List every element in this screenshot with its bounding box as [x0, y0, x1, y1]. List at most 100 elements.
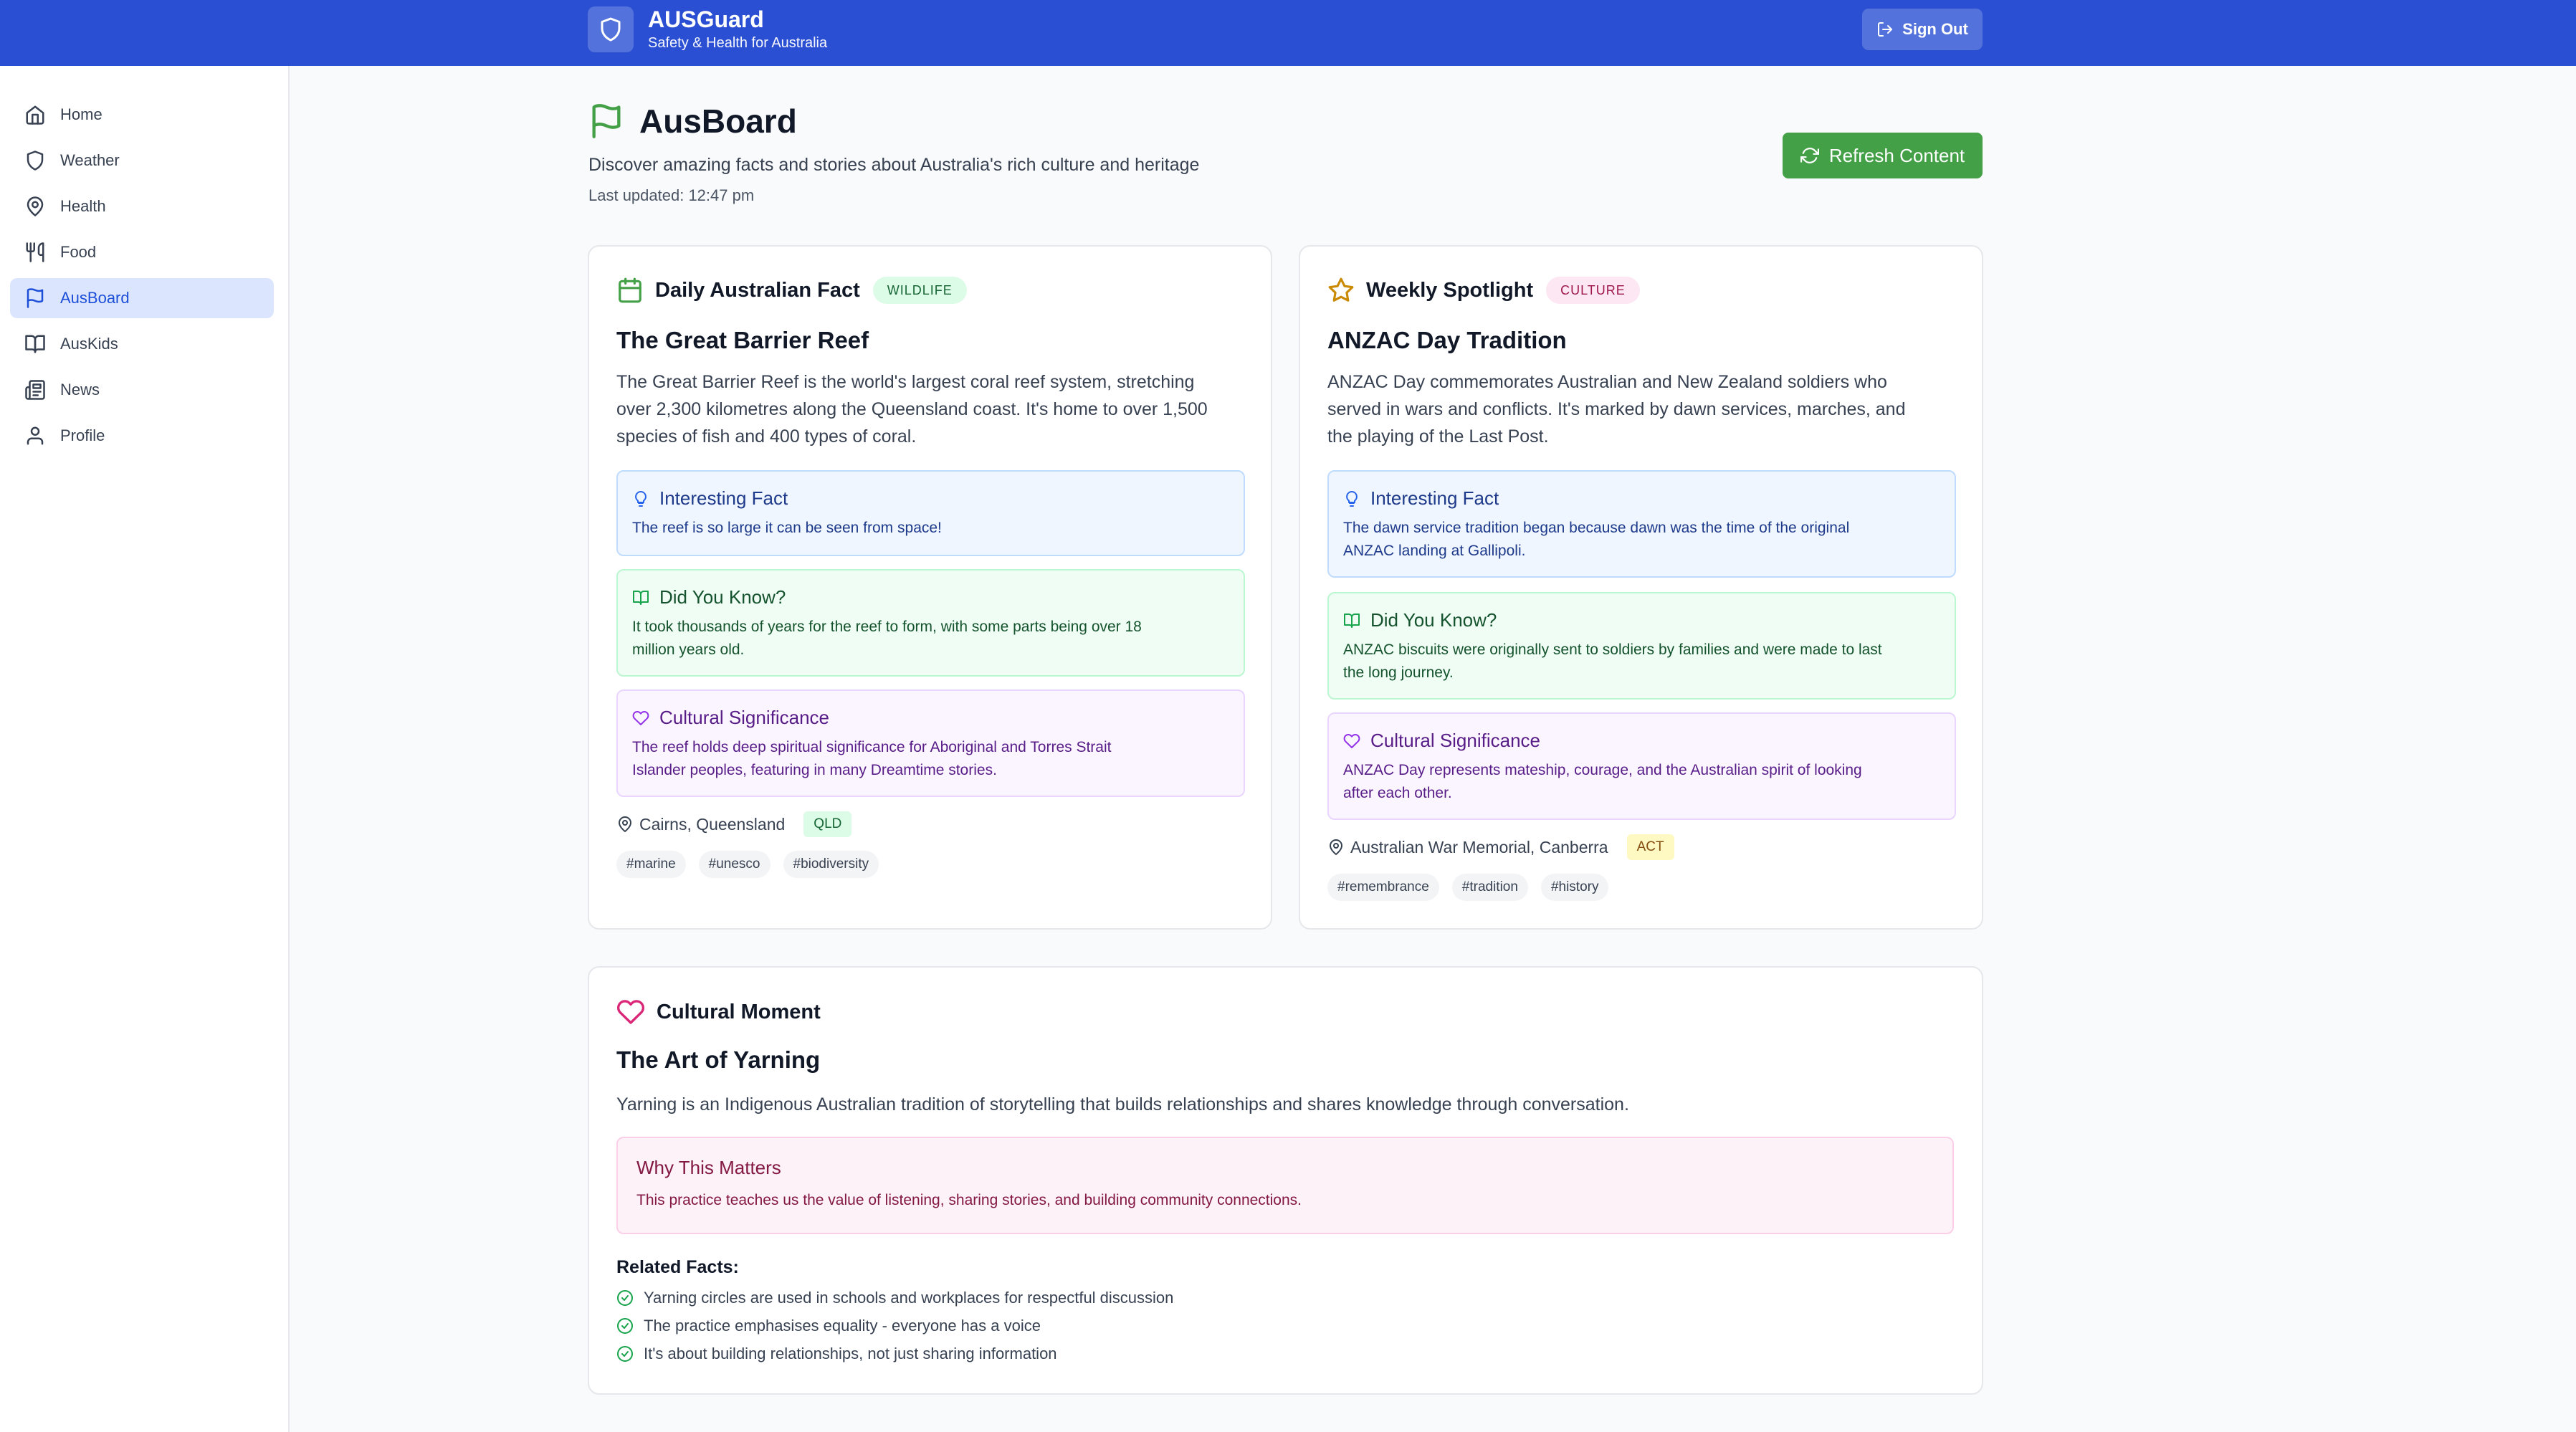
sidebar-item-food[interactable]: Food — [10, 232, 274, 272]
tag[interactable]: #marine — [616, 851, 686, 878]
refresh-label: Refresh Content — [1828, 144, 1965, 166]
interesting-fact-box: Interesting Fact The reef is so large it… — [616, 470, 1245, 556]
sidebar-item-label: AusBoard — [60, 289, 130, 307]
weekly-spotlight-card: Weekly Spotlight CULTURE ANZAC Day Tradi… — [1299, 245, 1983, 930]
box-title: Cultural Significance — [1370, 730, 1541, 751]
related-fact-text: It's about building relationships, not j… — [644, 1345, 1057, 1362]
user-icon — [27, 426, 44, 445]
sidebar-item-health[interactable]: Health — [10, 186, 274, 226]
interesting-fact-box: Interesting Fact The dawn service tradit… — [1327, 470, 1956, 578]
calendar-icon — [619, 277, 641, 303]
sidebar-item-label: Health — [60, 197, 106, 215]
sidebar-item-auskids[interactable]: AusKids — [10, 324, 274, 364]
box-text: ANZAC Day represents mateship, courage, … — [1343, 762, 1862, 778]
fact-body-line: The Great Barrier Reef is the world's la… — [616, 372, 1195, 392]
check-circle-icon — [617, 1290, 633, 1306]
spotlight-body-line: the playing of the Last Post. — [1327, 426, 1549, 447]
box-text: ANZAC landing at Gallipoli. — [1343, 543, 1526, 559]
location-row: Cairns, Queensland QLD — [616, 811, 852, 837]
did-you-know-box: Did You Know? ANZAC biscuits were origin… — [1327, 592, 1956, 700]
app-tagline: Safety & Health for Australia — [648, 35, 828, 51]
tag[interactable]: #unesco — [698, 851, 771, 878]
cultural-moment-card: Cultural Moment The Art of Yarning Yarni… — [588, 966, 1983, 1395]
spotlight-body: ANZAC Day commemorates Australian and Ne… — [1327, 368, 1906, 450]
related-facts-title: Related Facts: — [616, 1257, 739, 1277]
box-title: Cultural Significance — [659, 707, 830, 728]
fact-title: The Great Barrier Reef — [616, 327, 869, 353]
sidebar-item-label: News — [60, 381, 100, 398]
sidebar-item-label: AusKids — [60, 335, 118, 353]
sidebar-item-ausboard[interactable]: AusBoard — [10, 278, 274, 318]
tag[interactable]: #biodiversity — [783, 851, 879, 878]
page-title-row: AusBoard — [588, 102, 797, 140]
last-updated: Last updated: 12:47 pm — [588, 186, 755, 204]
map-pin-icon — [1330, 839, 1342, 855]
box-text: It took thousands of years for the reef … — [632, 619, 1142, 635]
tag-list: #remembrance #tradition #history — [1327, 874, 1621, 901]
refresh-content-button[interactable]: Refresh Content — [1783, 133, 1983, 178]
location-text: Australian War Memorial, Canberra — [1350, 837, 1608, 856]
spotlight-body-line: ANZAC Day commemorates Australian and Ne… — [1327, 372, 1887, 392]
card-header-title: Daily Australian Fact — [655, 278, 860, 302]
tag[interactable]: #remembrance — [1327, 874, 1439, 901]
check-circle-icon — [617, 1346, 633, 1362]
card-header-title: Weekly Spotlight — [1366, 278, 1534, 302]
did-you-know-box: Did You Know? It took thousands of years… — [616, 569, 1245, 677]
page-description: Discover amazing facts and stories about… — [588, 155, 1200, 175]
box-title: Interesting Fact — [1370, 487, 1499, 509]
lightbulb-icon — [1346, 490, 1358, 507]
sidebar-item-news[interactable]: News — [10, 370, 274, 410]
heart-icon — [1343, 733, 1360, 748]
box-title: Interesting Fact — [659, 487, 788, 509]
related-fact-item: It's about building relationships, not j… — [616, 1345, 1057, 1363]
map-pin-icon — [619, 816, 631, 832]
moment-body: Yarning is an Indigenous Australian trad… — [616, 1094, 1629, 1114]
fact-body-line: over 2,300 kilometres along the Queensla… — [616, 399, 1208, 419]
star-icon — [1328, 277, 1354, 302]
fact-body-line: species of fish and 400 types of coral. — [616, 426, 917, 447]
category-badge: CULTURE — [1546, 277, 1640, 304]
spotlight-body-line: served in wars and conflicts. It's marke… — [1327, 399, 1906, 419]
card-header-title: Cultural Moment — [657, 1000, 821, 1023]
page-title: AusBoard — [639, 102, 797, 140]
box-text: This practice teaches us the value of li… — [636, 1192, 1302, 1208]
state-badge: QLD — [803, 811, 852, 837]
tag[interactable]: #history — [1540, 874, 1609, 901]
moment-title: The Art of Yarning — [616, 1046, 821, 1073]
box-text: million years old. — [632, 641, 745, 658]
cultural-significance-box: Cultural Significance ANZAC Day represen… — [1327, 712, 1956, 820]
related-fact-item: The practice emphasises equality - every… — [616, 1317, 1041, 1335]
sidebar-item-profile[interactable]: Profile — [10, 416, 274, 456]
flag-icon — [27, 288, 44, 308]
state-badge: ACT — [1626, 834, 1674, 860]
sign-out-button[interactable]: Sign Out — [1862, 9, 1983, 50]
related-fact-item: Yarning circles are used in schools and … — [616, 1289, 1173, 1307]
sidebar-item-weather[interactable]: Weather — [10, 140, 274, 181]
box-title: Did You Know? — [1370, 609, 1497, 631]
flag-icon — [592, 104, 621, 138]
tag[interactable]: #tradition — [1451, 874, 1528, 901]
heart-icon — [616, 1000, 645, 1024]
related-fact-text: Yarning circles are used in schools and … — [644, 1289, 1174, 1307]
log-out-icon — [1878, 22, 1893, 37]
why-this-matters-box: Why This Matters This practice teaches u… — [616, 1137, 1954, 1234]
check-circle-icon — [617, 1318, 633, 1334]
utensils-icon — [26, 242, 44, 262]
refresh-icon — [1800, 148, 1819, 163]
sidebar-item-home[interactable]: Home — [10, 95, 274, 135]
sidebar: Home Weather Health Food AusBoard AusKid… — [0, 66, 290, 1432]
top-header: AUSGuard Safety & Health for Australia S… — [0, 0, 2576, 66]
spotlight-title: ANZAC Day Tradition — [1327, 327, 1567, 353]
lightbulb-icon — [635, 490, 647, 507]
book-open-icon — [25, 335, 45, 353]
newspaper-icon — [25, 380, 45, 400]
sidebar-item-label: Food — [60, 243, 97, 261]
shield-icon — [27, 151, 44, 171]
box-text: the long journey. — [1343, 664, 1454, 681]
book-open-icon — [633, 590, 649, 605]
brand[interactable]: AUSGuard Safety & Health for Australia — [588, 6, 827, 53]
sidebar-item-label: Weather — [60, 151, 120, 169]
box-title: Did You Know? — [659, 586, 786, 608]
category-badge: WILDLIFE — [872, 277, 967, 304]
box-text: The reef holds deep spiritual significan… — [632, 739, 1112, 755]
